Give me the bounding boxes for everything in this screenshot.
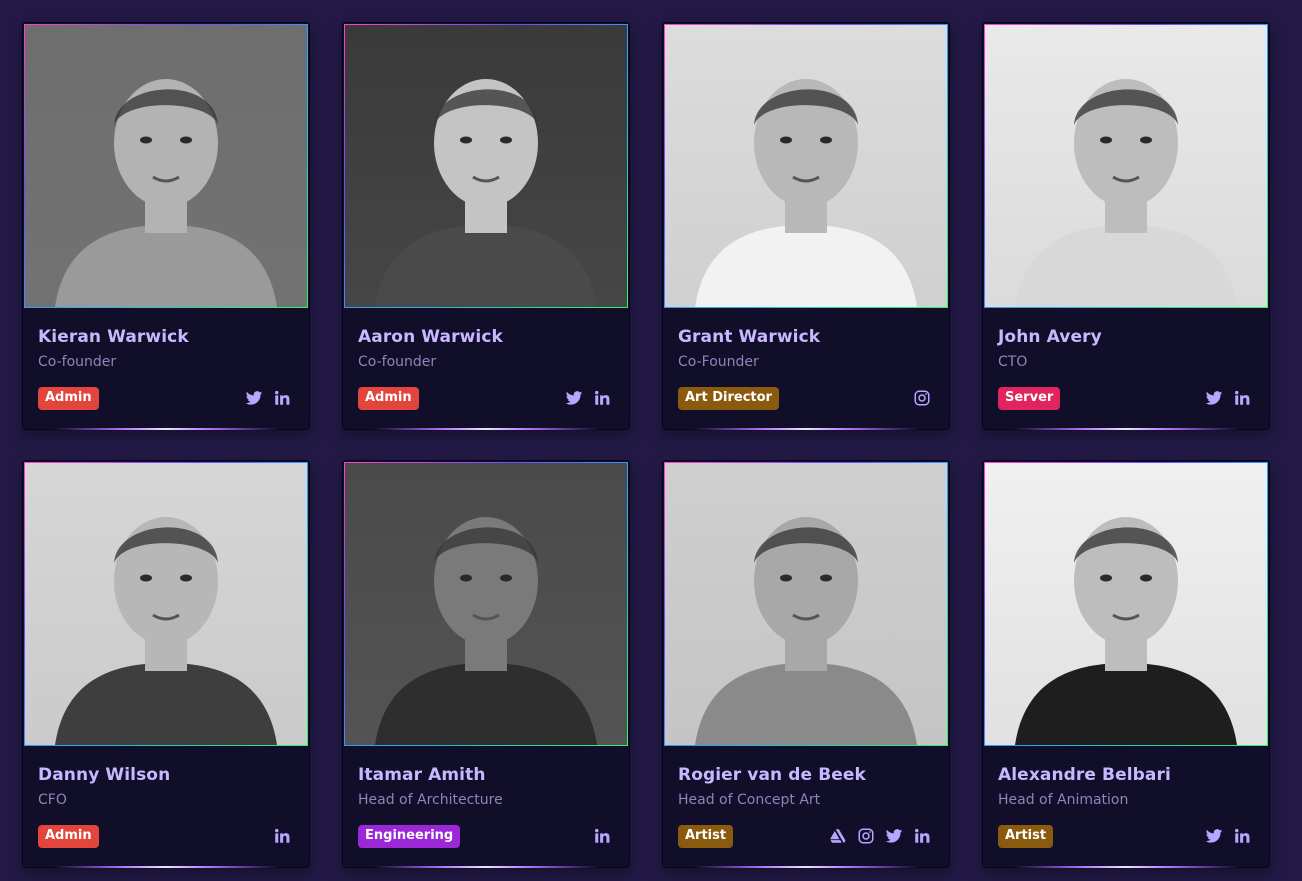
member-info: Aaron Warwick Co-founder Admin xyxy=(343,309,629,429)
linkedin-icon[interactable] xyxy=(913,827,931,845)
photo-frame xyxy=(24,24,308,308)
member-photo xyxy=(25,25,307,307)
member-name: Itamar Amith xyxy=(358,765,486,785)
member-name: Aaron Warwick xyxy=(358,327,503,347)
linkedin-icon[interactable] xyxy=(273,389,291,407)
role-badge: Artist xyxy=(678,825,734,848)
twitter-icon[interactable] xyxy=(245,389,263,407)
member-photo xyxy=(345,463,627,745)
twitter-icon[interactable] xyxy=(1205,827,1223,845)
social-links xyxy=(1205,389,1251,407)
social-links xyxy=(245,389,291,407)
member-info: Alexandre Belbari Head of Animation Arti… xyxy=(983,747,1269,867)
member-role: Co-founder xyxy=(358,354,437,370)
member-role: Co-Founder xyxy=(678,354,759,370)
photo-frame xyxy=(984,24,1268,308)
member-info: Kieran Warwick Co-founder Admin xyxy=(23,309,309,429)
social-links xyxy=(829,827,931,845)
member-name: Kieran Warwick xyxy=(38,327,189,347)
member-photo xyxy=(985,25,1267,307)
member-role: Head of Architecture xyxy=(358,792,503,808)
social-links xyxy=(1205,827,1251,845)
member-role: Co-founder xyxy=(38,354,117,370)
member-role: Head of Concept Art xyxy=(678,792,821,808)
team-grid: Kieran Warwick Co-founder Admin Aaron Wa… xyxy=(0,0,1302,881)
linkedin-icon[interactable] xyxy=(1233,827,1251,845)
member-photo xyxy=(665,463,947,745)
social-links xyxy=(593,827,611,845)
member-photo xyxy=(985,463,1267,745)
member-name: Alexandre Belbari xyxy=(998,765,1171,785)
artstation-icon[interactable] xyxy=(829,827,847,845)
linkedin-icon[interactable] xyxy=(593,827,611,845)
team-card: Rogier van de Beek Head of Concept Art A… xyxy=(662,460,950,868)
member-photo xyxy=(665,25,947,307)
team-card: Danny Wilson CFO Admin xyxy=(22,460,310,868)
team-card: Alexandre Belbari Head of Animation Arti… xyxy=(982,460,1270,868)
linkedin-icon[interactable] xyxy=(1233,389,1251,407)
photo-frame xyxy=(664,24,948,308)
member-photo xyxy=(25,463,307,745)
member-photo xyxy=(345,25,627,307)
member-info: Grant Warwick Co-Founder Art Director xyxy=(663,309,949,429)
linkedin-icon[interactable] xyxy=(273,827,291,845)
photo-frame xyxy=(344,462,628,746)
member-role: CFO xyxy=(38,792,67,808)
team-card: John Avery CTO Server xyxy=(982,22,1270,430)
role-badge: Engineering xyxy=(358,825,461,848)
member-name: Grant Warwick xyxy=(678,327,821,347)
role-badge: Art Director xyxy=(678,387,779,410)
member-role: CTO xyxy=(998,354,1028,370)
social-links xyxy=(273,827,291,845)
team-card: Kieran Warwick Co-founder Admin xyxy=(22,22,310,430)
member-name: Rogier van de Beek xyxy=(678,765,866,785)
twitter-icon[interactable] xyxy=(565,389,583,407)
team-card: Itamar Amith Head of Architecture Engine… xyxy=(342,460,630,868)
member-role: Head of Animation xyxy=(998,792,1129,808)
team-card: Aaron Warwick Co-founder Admin xyxy=(342,22,630,430)
twitter-icon[interactable] xyxy=(1205,389,1223,407)
instagram-icon[interactable] xyxy=(857,827,875,845)
role-badge: Admin xyxy=(358,387,419,410)
photo-frame xyxy=(984,462,1268,746)
member-name: John Avery xyxy=(998,327,1102,347)
role-badge: Admin xyxy=(38,387,99,410)
role-badge: Artist xyxy=(998,825,1054,848)
photo-frame xyxy=(24,462,308,746)
role-badge: Admin xyxy=(38,825,99,848)
twitter-icon[interactable] xyxy=(885,827,903,845)
team-card: Grant Warwick Co-Founder Art Director xyxy=(662,22,950,430)
photo-frame xyxy=(344,24,628,308)
member-name: Danny Wilson xyxy=(38,765,171,785)
social-links xyxy=(913,389,931,407)
instagram-icon[interactable] xyxy=(913,389,931,407)
member-info: Rogier van de Beek Head of Concept Art A… xyxy=(663,747,949,867)
member-info: Danny Wilson CFO Admin xyxy=(23,747,309,867)
member-info: John Avery CTO Server xyxy=(983,309,1269,429)
social-links xyxy=(565,389,611,407)
role-badge: Server xyxy=(998,387,1061,410)
member-info: Itamar Amith Head of Architecture Engine… xyxy=(343,747,629,867)
linkedin-icon[interactable] xyxy=(593,389,611,407)
photo-frame xyxy=(664,462,948,746)
